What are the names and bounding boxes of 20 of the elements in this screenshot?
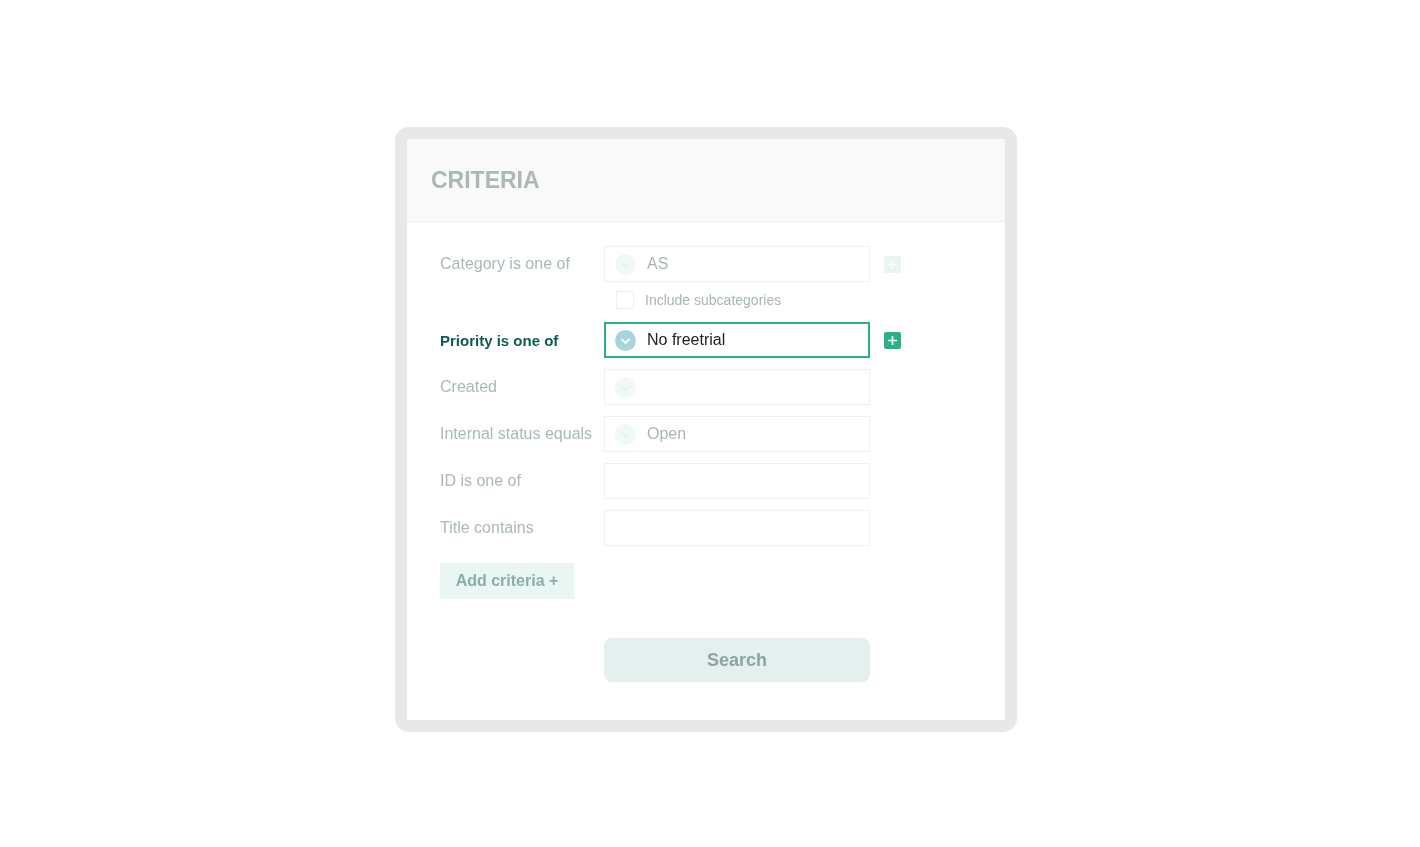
add-criteria-button[interactable]: Add criteria + xyxy=(440,563,574,599)
chevron-icon xyxy=(615,253,636,275)
add-button[interactable] xyxy=(884,331,901,349)
search-button[interactable]: Search xyxy=(604,638,870,682)
dropdown-field[interactable]: AS xyxy=(604,246,870,282)
criteria-label: Internal status equals xyxy=(440,425,594,443)
checkbox-label: Include subcategories xyxy=(645,292,782,308)
criteria-label: Category is one of xyxy=(440,255,571,273)
dropdown-field[interactable]: No freetrial xyxy=(604,322,870,358)
dropdown-field[interactable]: Open xyxy=(604,416,870,452)
chevron-icon xyxy=(615,423,636,445)
criteria-label: ID is one of xyxy=(440,472,522,490)
dropdown-field[interactable] xyxy=(604,369,870,405)
criteria-label: Title contains xyxy=(440,519,535,537)
panel-title: CRITERIA xyxy=(431,166,540,194)
plus-icon xyxy=(888,335,897,345)
chevron-icon xyxy=(615,376,636,398)
criteria-label: Priority is one of xyxy=(440,331,560,349)
criteria-label: Created xyxy=(440,378,498,396)
chevron-icon xyxy=(615,329,636,351)
